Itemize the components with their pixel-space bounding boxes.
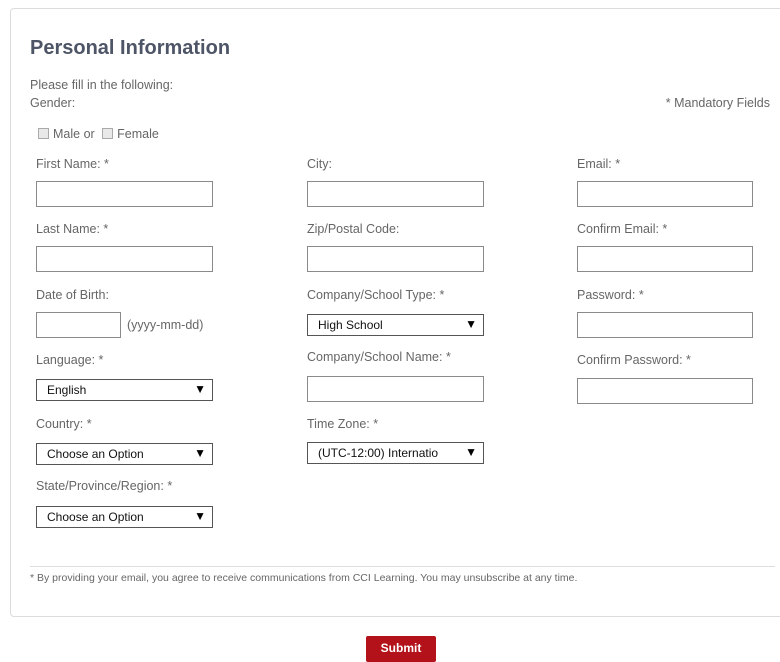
dob-input[interactable] bbox=[36, 312, 121, 338]
dob-format-hint: (yyyy-mm-dd) bbox=[127, 318, 204, 332]
chevron-down-icon: ▼ bbox=[194, 509, 206, 523]
chevron-down-icon: ▼ bbox=[194, 382, 206, 396]
chevron-down-icon: ▼ bbox=[465, 317, 477, 331]
confirm-email-label: Confirm Email: * bbox=[577, 222, 668, 236]
chevron-down-icon: ▼ bbox=[194, 446, 206, 460]
zip-input[interactable] bbox=[307, 246, 484, 272]
last-name-label: Last Name: * bbox=[36, 222, 109, 236]
submit-button[interactable]: Submit bbox=[366, 636, 436, 662]
first-name-label: First Name: * bbox=[36, 157, 109, 171]
company-name-label: Company/School Name: * bbox=[307, 350, 451, 364]
divider bbox=[30, 566, 775, 567]
zip-label: Zip/Postal Code: bbox=[307, 222, 400, 236]
country-select[interactable]: Choose an Option ▼ bbox=[36, 443, 213, 465]
confirm-password-input[interactable] bbox=[577, 378, 753, 404]
company-name-input[interactable] bbox=[307, 376, 484, 402]
password-label: Password: * bbox=[577, 288, 644, 302]
mandatory-fields-note: * Mandatory Fields bbox=[665, 96, 770, 110]
confirm-password-label: Confirm Password: * bbox=[577, 353, 691, 367]
section-title: Personal Information bbox=[30, 37, 231, 59]
language-select[interactable]: English ▼ bbox=[36, 379, 213, 401]
female-label: Female bbox=[117, 127, 159, 141]
country-select-value: Choose an Option bbox=[47, 447, 144, 461]
female-checkbox[interactable] bbox=[102, 128, 114, 139]
language-select-value: English bbox=[47, 383, 87, 397]
gender-options: Male or Female bbox=[38, 127, 159, 141]
city-label: City: bbox=[307, 157, 332, 171]
state-select-value: Choose an Option bbox=[47, 510, 144, 524]
company-type-label: Company/School Type: * bbox=[307, 288, 445, 302]
gender-label: Gender: bbox=[30, 96, 76, 110]
confirm-email-input[interactable] bbox=[577, 246, 753, 272]
email-label: Email: * bbox=[577, 157, 621, 171]
state-select[interactable]: Choose an Option ▼ bbox=[36, 506, 213, 528]
time-zone-label: Time Zone: * bbox=[307, 417, 379, 431]
state-label: State/Province/Region: * bbox=[36, 479, 173, 493]
first-name-input[interactable] bbox=[36, 181, 213, 207]
instructions-text: Please fill in the following: bbox=[30, 78, 174, 92]
language-label: Language: * bbox=[36, 353, 104, 367]
email-input[interactable] bbox=[577, 181, 753, 207]
time-zone-select-value: (UTC-12:00) Internatio bbox=[318, 446, 439, 460]
email-consent-note: * By providing your email, you agree to … bbox=[30, 572, 578, 584]
chevron-down-icon: ▼ bbox=[465, 445, 477, 459]
male-label: Male or bbox=[53, 127, 95, 141]
company-type-select[interactable]: High School ▼ bbox=[307, 314, 484, 336]
password-input[interactable] bbox=[577, 312, 753, 338]
time-zone-select[interactable]: (UTC-12:00) Internatio ▼ bbox=[307, 442, 484, 464]
dob-label: Date of Birth: bbox=[36, 288, 109, 302]
country-label: Country: * bbox=[36, 417, 92, 431]
company-type-select-value: High School bbox=[318, 318, 383, 332]
male-checkbox[interactable] bbox=[38, 128, 49, 139]
city-input[interactable] bbox=[307, 181, 484, 207]
last-name-input[interactable] bbox=[36, 246, 213, 272]
